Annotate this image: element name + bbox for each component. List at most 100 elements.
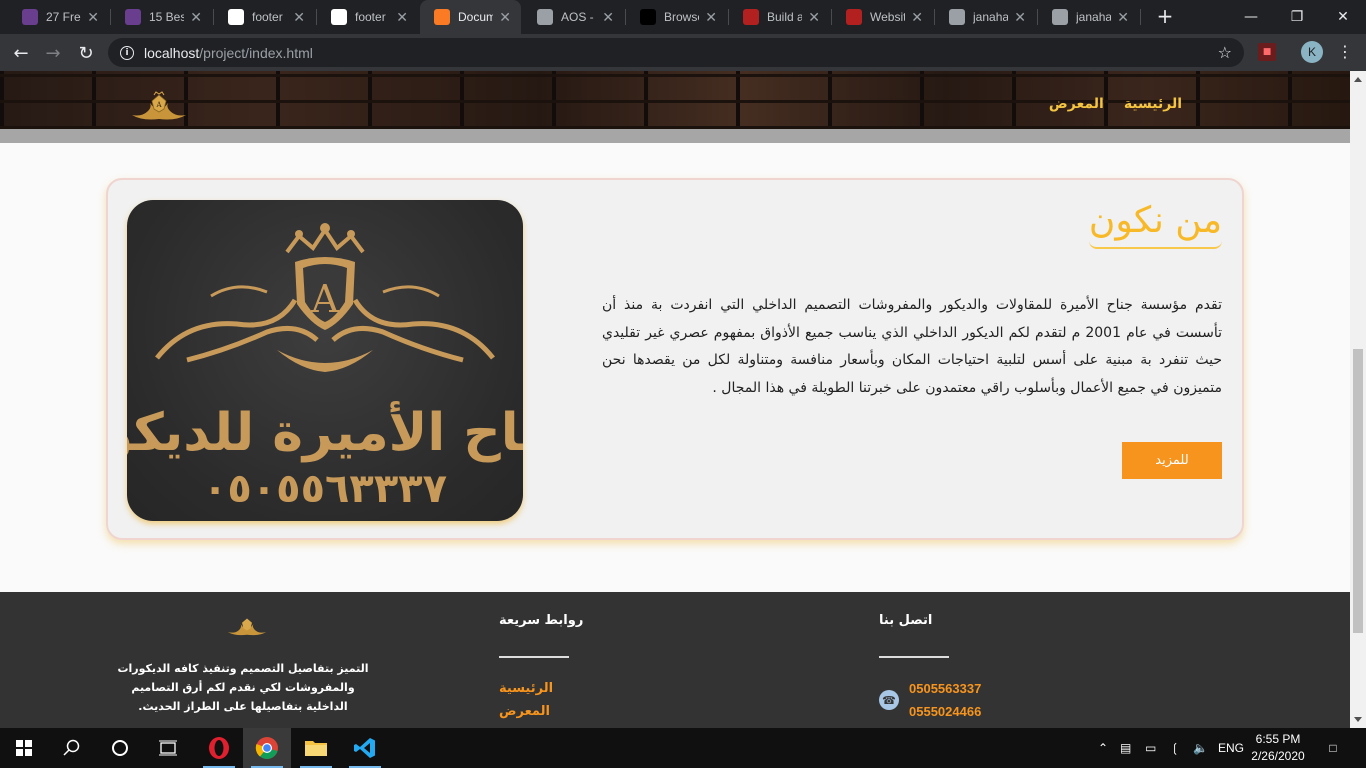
tab-title: 27 Free [46, 10, 81, 24]
laravel-icon [846, 9, 862, 25]
close-tab-icon[interactable]: ✕ [396, 9, 408, 26]
footer-logo[interactable] [225, 616, 269, 638]
clock-time: 6:55 PM [1255, 732, 1301, 746]
close-tab-icon[interactable]: ✕ [293, 9, 305, 26]
tab-title: footer [355, 10, 386, 24]
windows-logo-icon [16, 740, 32, 756]
close-tab-icon[interactable]: ✕ [705, 9, 717, 26]
browser-tab-strip: 27 Free✕15 Best✕footer✕footer✕Docum✕AOS … [0, 0, 1366, 34]
minimize-button[interactable]: — [1228, 0, 1274, 34]
taskbar-file-explorer[interactable] [292, 728, 340, 768]
nav-link-home[interactable]: الرئيسية [1124, 96, 1182, 112]
phone-number-2[interactable]: 0555024466 [909, 704, 981, 719]
url-host: localhost [144, 44, 200, 61]
task-view-icon [159, 740, 177, 756]
about-card: A جناح الأميرة للديكور ٠٥٠٥٥٦٣٣٣٧ من نكو… [106, 178, 1244, 540]
svg-text:A: A [155, 101, 162, 109]
show-hidden-icons-button[interactable]: ⌃ [1098, 728, 1108, 768]
search-button[interactable] [48, 728, 96, 768]
tab-title: janahal [973, 10, 1009, 24]
vscode-icon [354, 738, 375, 758]
browser-tab[interactable]: 15 Best ✕ [111, 0, 212, 34]
tab-title: janahal [1076, 10, 1112, 24]
taskbar-opera[interactable] [195, 728, 243, 768]
brand-logo[interactable]: A [128, 91, 190, 121]
close-tab-icon[interactable]: ✕ [911, 9, 923, 26]
close-tab-icon[interactable]: ✕ [808, 9, 820, 26]
close-tab-icon[interactable]: ✕ [87, 9, 99, 26]
windows-taskbar: ⌃ ▤ ▭ ❲ 🔈 ENG 6:55 PM 2/26/2020 □ [0, 728, 1366, 768]
wifi-icon[interactable]: ❲ [1170, 728, 1180, 768]
bookmark-star-icon[interactable]: ☆ [1218, 43, 1232, 62]
logo-print-image: A جناح الأميرة للديكور ٠٥٠٥٥٦٣٣٣٧ [127, 223, 523, 512]
profile-avatar[interactable]: K [1301, 41, 1323, 63]
browser-tab[interactable]: Website ✕ [832, 0, 933, 34]
browser-tab[interactable]: Build a ✕ [729, 0, 830, 34]
globe-icon [1052, 9, 1068, 25]
more-button[interactable]: للمزيد [1122, 442, 1222, 479]
back-button[interactable]: ← [8, 40, 34, 66]
phone-number-1[interactable]: 0505563337 [909, 681, 981, 696]
battery-icon[interactable]: ▭ [1145, 728, 1156, 768]
security-tray-icon[interactable]: ▤ [1120, 728, 1131, 768]
browser-tab[interactable]: footer ✕ [214, 0, 315, 34]
system-clock[interactable]: 6:55 PM 2/26/2020 [1236, 731, 1320, 765]
browser-menu-icon[interactable]: ⋮ [1335, 42, 1355, 61]
taskbar-chrome[interactable] [243, 728, 291, 768]
search-icon [63, 739, 80, 756]
nav-link-gallery[interactable]: المعرض [1049, 96, 1104, 112]
close-window-button[interactable]: ✕ [1320, 0, 1366, 34]
browser-tab[interactable]: janahal ✕ [935, 0, 1036, 34]
clock-date: 2/26/2020 [1251, 749, 1305, 763]
site-info-icon[interactable]: i [120, 45, 134, 60]
maximize-button[interactable]: ❐ [1274, 0, 1320, 34]
globe-icon [949, 9, 965, 25]
address-bar[interactable]: i localhost/project/index.html ☆ [108, 38, 1244, 67]
about-image: A جناح الأميرة للديكور ٠٥٠٥٥٦٣٣٣٧ [127, 200, 523, 521]
header-divider [0, 129, 1350, 143]
scrollbar-thumb[interactable] [1353, 349, 1363, 633]
browser-tab[interactable]: footer ✕ [317, 0, 418, 34]
about-title: من نكون [1088, 200, 1222, 249]
globe-icon [537, 9, 553, 25]
scroll-up-arrow-icon[interactable] [1354, 77, 1362, 82]
scroll-down-arrow-icon[interactable] [1354, 717, 1362, 722]
cortana-button[interactable] [96, 728, 144, 768]
browser-tab[interactable]: AOS - A ✕ [523, 0, 624, 34]
close-tab-icon[interactable]: ✕ [499, 9, 511, 26]
cortana-circle-icon [112, 740, 128, 756]
close-tab-icon[interactable]: ✕ [602, 9, 614, 26]
volume-icon[interactable]: 🔈 [1193, 728, 1208, 768]
tab-separator [1140, 9, 1141, 25]
tab-title: Docum [458, 10, 494, 24]
browser-tab[interactable]: janahal ✕ [1038, 0, 1139, 34]
tab-title: Website [870, 10, 906, 24]
colorlib-icon [125, 9, 141, 25]
browser-toolbar: ← → ↻ i localhost/project/index.html ☆ ■… [0, 34, 1366, 71]
colorlib-icon [22, 9, 38, 25]
start-button[interactable] [0, 728, 48, 768]
forward-button[interactable]: → [40, 40, 66, 66]
tab-title: AOS - A [561, 10, 596, 24]
reload-button[interactable]: ↻ [73, 40, 99, 66]
page-scrollbar[interactable] [1350, 71, 1366, 728]
tab-title: Browse [664, 10, 699, 24]
task-view-button[interactable] [144, 728, 192, 768]
contact-title: اتصل بنا [879, 613, 933, 628]
taskbar-vscode[interactable] [341, 728, 389, 768]
contact-underline [879, 656, 949, 658]
close-tab-icon[interactable]: ✕ [1117, 9, 1129, 26]
page-viewport: A الرئيسية المعرض A جناح [0, 71, 1350, 728]
main-navigation: الرئيسية المعرض [1049, 96, 1182, 112]
close-tab-icon[interactable]: ✕ [190, 9, 202, 26]
browser-tab[interactable]: 27 Free ✕ [8, 0, 109, 34]
footer-link-gallery[interactable]: المعرض [499, 704, 550, 719]
pdf-extension-icon[interactable]: ■ [1258, 43, 1276, 61]
new-tab-button[interactable]: + [1154, 6, 1176, 28]
close-tab-icon[interactable]: ✕ [1014, 9, 1026, 26]
browser-tab[interactable]: Browse ✕ [626, 0, 727, 34]
action-center-icon[interactable]: □ [1322, 728, 1344, 768]
browser-tab[interactable]: Docum ✕ [420, 0, 521, 34]
footer-link-home[interactable]: الرئيسية [499, 681, 553, 696]
chrome-icon [255, 737, 278, 759]
